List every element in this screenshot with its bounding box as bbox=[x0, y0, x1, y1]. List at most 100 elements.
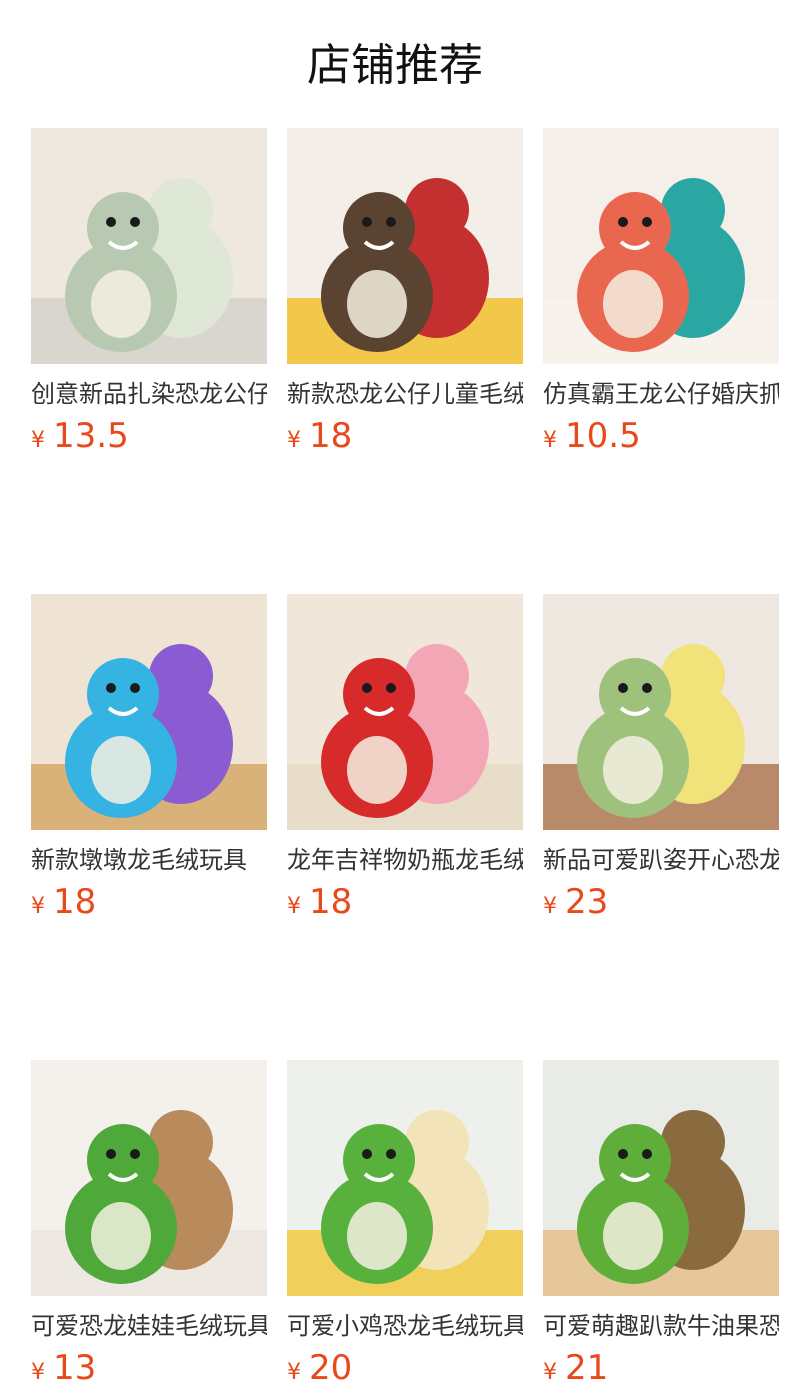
product-name[interactable]: 仿真霸王龙公仔婚庆抓 bbox=[543, 378, 779, 410]
product-grid: 创意新品扎染恐龙公仔 ¥13.5 新款恐龙公仔儿童毛绒 ¥18 仿真霸王龙公仔婚… bbox=[31, 128, 779, 1394]
plush-toy-eye bbox=[642, 217, 652, 227]
product-card[interactable]: 可爱恐龙娃娃毛绒玩具 ¥13 bbox=[31, 1060, 267, 1394]
currency-symbol: ¥ bbox=[287, 428, 301, 453]
price-value: 23 bbox=[565, 882, 609, 922]
plush-toy-eye bbox=[618, 683, 628, 693]
plush-toy-belly bbox=[603, 270, 663, 338]
currency-symbol: ¥ bbox=[31, 894, 45, 919]
product-photo bbox=[31, 1060, 267, 1296]
currency-symbol: ¥ bbox=[31, 1360, 45, 1385]
plush-toy-eye bbox=[618, 217, 628, 227]
product-card[interactable]: 新款墩墩龙毛绒玩具 ¥18 bbox=[31, 594, 267, 928]
currency-symbol: ¥ bbox=[543, 1360, 557, 1385]
plush-toy-eye bbox=[642, 1149, 652, 1159]
plush-toy-eye bbox=[130, 217, 140, 227]
product-name[interactable]: 创意新品扎染恐龙公仔 bbox=[31, 378, 267, 410]
plush-toy-eye bbox=[106, 1149, 116, 1159]
product-name[interactable]: 新款墩墩龙毛绒玩具 bbox=[31, 844, 267, 876]
plush-toy-head bbox=[87, 1124, 159, 1196]
product-name[interactable]: 可爱恐龙娃娃毛绒玩具 bbox=[31, 1310, 267, 1342]
plush-toy-head bbox=[87, 658, 159, 730]
plush-toy-eye bbox=[362, 1149, 372, 1159]
currency-symbol: ¥ bbox=[543, 894, 557, 919]
plush-toy-head bbox=[599, 192, 671, 264]
plush-toy-eye bbox=[386, 1149, 396, 1159]
product-image[interactable] bbox=[31, 128, 267, 364]
product-image[interactable] bbox=[31, 1060, 267, 1296]
plush-toy-belly bbox=[347, 270, 407, 338]
plush-toy-eye bbox=[106, 217, 116, 227]
product-name[interactable]: 可爱萌趣趴款牛油果恐 bbox=[543, 1310, 779, 1342]
product-name[interactable]: 龙年吉祥物奶瓶龙毛绒 bbox=[287, 844, 523, 876]
product-card[interactable]: 可爱萌趣趴款牛油果恐 ¥21 bbox=[543, 1060, 779, 1394]
product-card[interactable]: 可爱小鸡恐龙毛绒玩具 ¥20 bbox=[287, 1060, 523, 1394]
plush-toy-eye bbox=[362, 683, 372, 693]
currency-symbol: ¥ bbox=[287, 1360, 301, 1385]
plush-toy-head bbox=[599, 658, 671, 730]
currency-symbol: ¥ bbox=[543, 428, 557, 453]
product-image[interactable] bbox=[543, 1060, 779, 1296]
product-price: ¥18 bbox=[31, 882, 267, 928]
price-value: 18 bbox=[53, 882, 97, 922]
plush-toy-eye bbox=[386, 217, 396, 227]
product-card[interactable]: 新品可爱趴姿开心恐龙 ¥23 bbox=[543, 594, 779, 928]
page-title: 店铺推荐 bbox=[307, 40, 483, 91]
product-photo bbox=[31, 594, 267, 830]
product-card[interactable]: 创意新品扎染恐龙公仔 ¥13.5 bbox=[31, 128, 267, 462]
product-price: ¥23 bbox=[543, 882, 779, 928]
plush-toy-eye bbox=[106, 683, 116, 693]
plush-toy-eye bbox=[130, 1149, 140, 1159]
product-photo bbox=[543, 128, 779, 364]
product-card[interactable]: 新款恐龙公仔儿童毛绒 ¥18 bbox=[287, 128, 523, 462]
product-photo bbox=[287, 594, 523, 830]
product-image[interactable] bbox=[287, 128, 523, 364]
product-image[interactable] bbox=[543, 128, 779, 364]
plush-toy-eye bbox=[618, 1149, 628, 1159]
plush-toy-belly bbox=[91, 736, 151, 804]
product-photo bbox=[543, 594, 779, 830]
product-card[interactable]: 龙年吉祥物奶瓶龙毛绒 ¥18 bbox=[287, 594, 523, 928]
plush-toy-head bbox=[599, 1124, 671, 1196]
plush-toy-belly bbox=[91, 1202, 151, 1270]
product-card[interactable]: 仿真霸王龙公仔婚庆抓 ¥10.5 bbox=[543, 128, 779, 462]
plush-toy-eye bbox=[130, 683, 140, 693]
plush-toy-head bbox=[343, 1124, 415, 1196]
plush-toy-belly bbox=[603, 736, 663, 804]
product-photo bbox=[287, 1060, 523, 1296]
plush-toy-eye bbox=[642, 683, 652, 693]
product-name[interactable]: 新款恐龙公仔儿童毛绒 bbox=[287, 378, 523, 410]
currency-symbol: ¥ bbox=[31, 428, 45, 453]
product-image[interactable] bbox=[31, 594, 267, 830]
product-price: ¥21 bbox=[543, 1348, 779, 1394]
plush-toy-head bbox=[87, 192, 159, 264]
price-value: 13.5 bbox=[53, 416, 129, 456]
price-value: 18 bbox=[309, 416, 353, 456]
price-value: 13 bbox=[53, 1348, 97, 1388]
plush-toy-belly bbox=[347, 1202, 407, 1270]
plush-toy-belly bbox=[91, 270, 151, 338]
price-value: 21 bbox=[565, 1348, 609, 1388]
product-price: ¥20 bbox=[287, 1348, 523, 1394]
product-price: ¥18 bbox=[287, 882, 523, 928]
price-value: 20 bbox=[309, 1348, 353, 1388]
product-photo bbox=[543, 1060, 779, 1296]
price-value: 18 bbox=[309, 882, 353, 922]
product-price: ¥10.5 bbox=[543, 416, 779, 462]
price-value: 10.5 bbox=[565, 416, 641, 456]
product-image[interactable] bbox=[287, 1060, 523, 1296]
currency-symbol: ¥ bbox=[287, 894, 301, 919]
product-image[interactable] bbox=[287, 594, 523, 830]
plush-toy-head bbox=[343, 658, 415, 730]
plush-toy-eye bbox=[386, 683, 396, 693]
plush-toy-belly bbox=[603, 1202, 663, 1270]
product-image[interactable] bbox=[543, 594, 779, 830]
product-price: ¥13.5 bbox=[31, 416, 267, 462]
product-name[interactable]: 可爱小鸡恐龙毛绒玩具 bbox=[287, 1310, 523, 1342]
plush-toy-head bbox=[343, 192, 415, 264]
plush-toy-belly bbox=[347, 736, 407, 804]
product-name[interactable]: 新品可爱趴姿开心恐龙 bbox=[543, 844, 779, 876]
plush-toy-eye bbox=[362, 217, 372, 227]
product-price: ¥13 bbox=[31, 1348, 267, 1394]
product-photo bbox=[31, 128, 267, 364]
product-price: ¥18 bbox=[287, 416, 523, 462]
